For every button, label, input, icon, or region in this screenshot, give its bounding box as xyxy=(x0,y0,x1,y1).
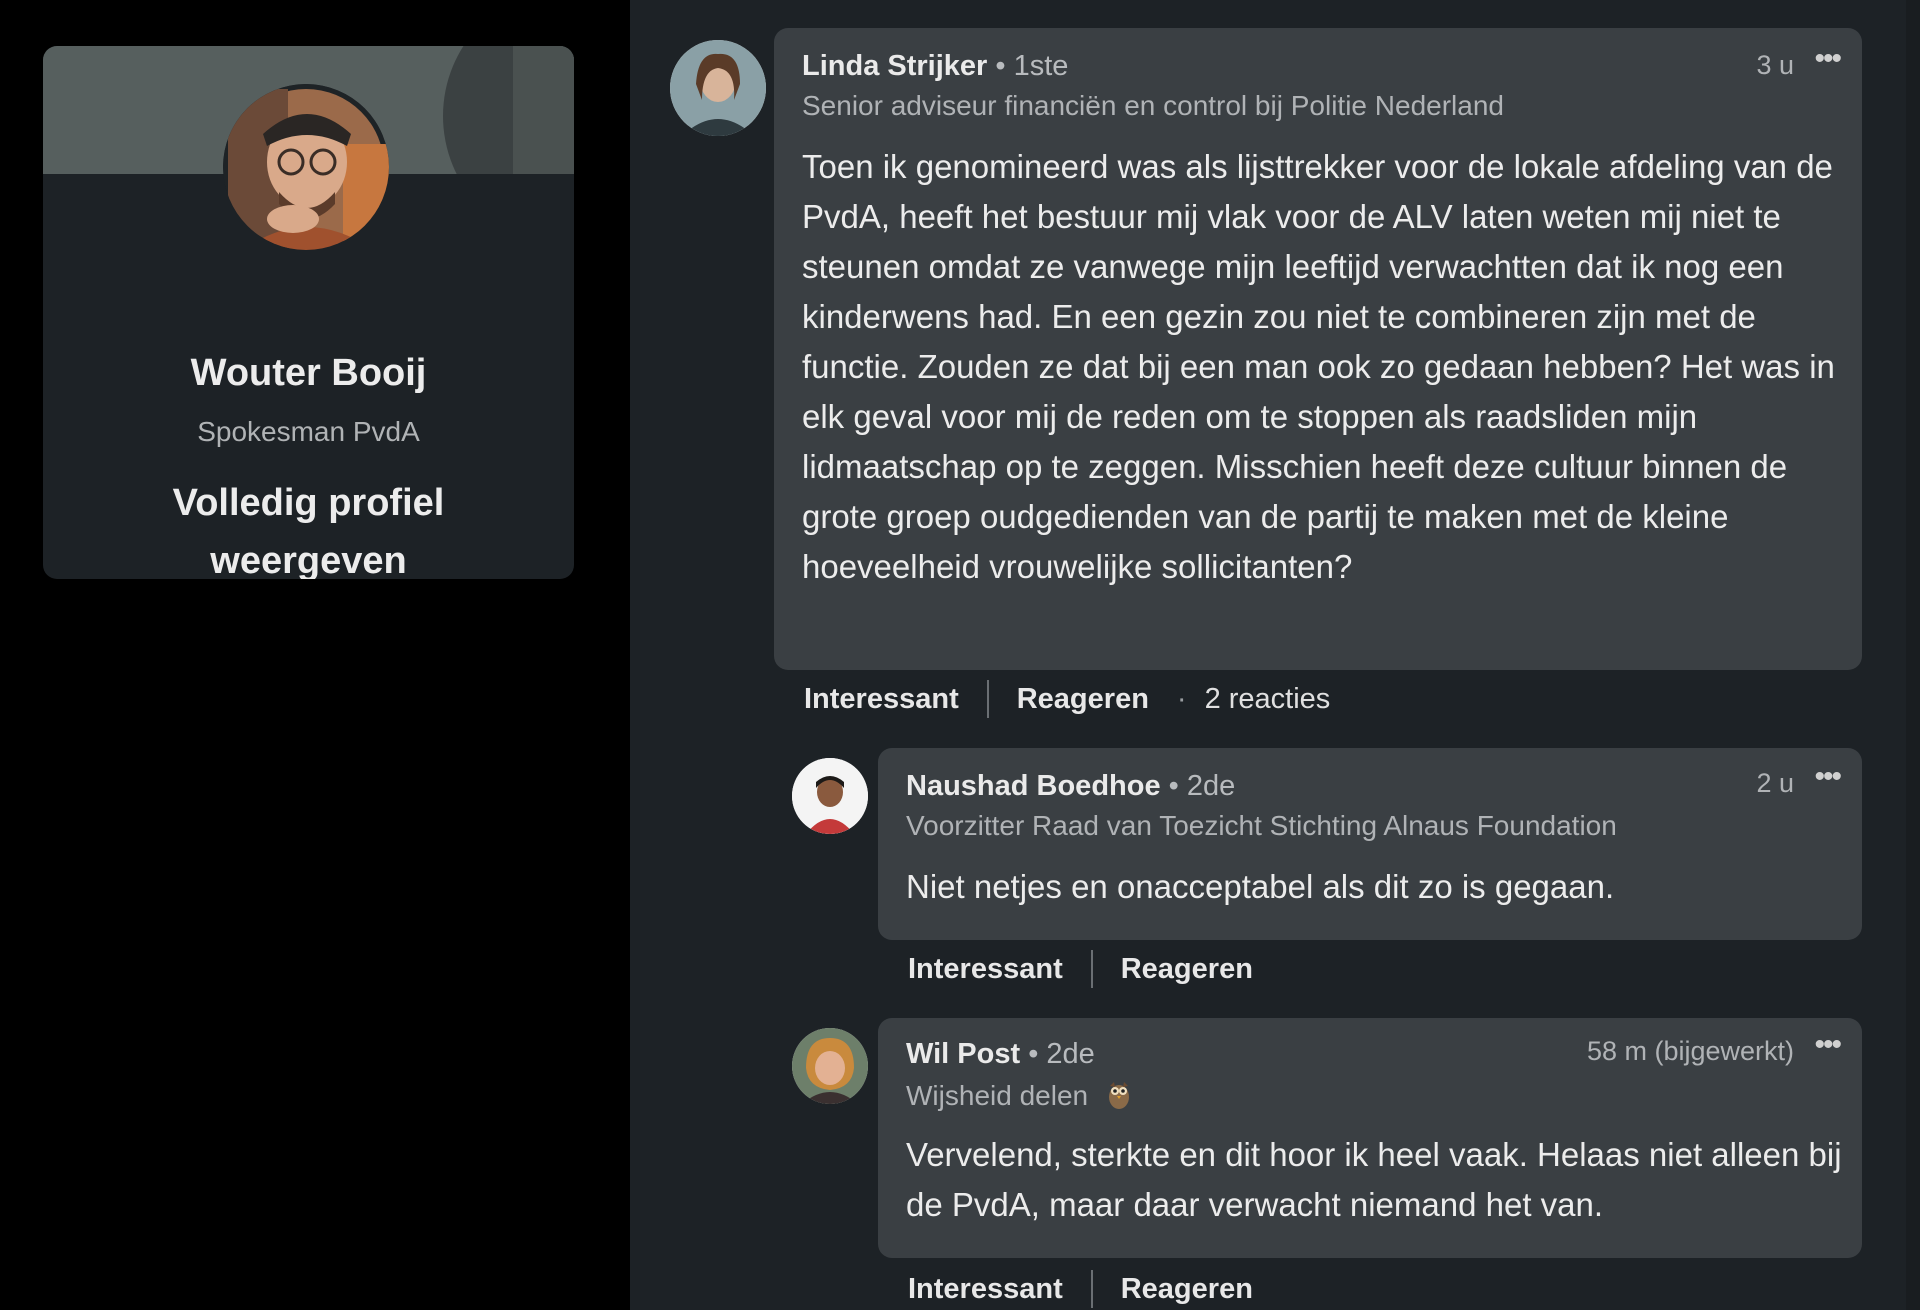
profile-name[interactable]: Wouter Booij xyxy=(43,352,574,395)
profile-avatar[interactable] xyxy=(223,84,389,250)
comment-author[interactable]: Naushad Boedhoe • 2de xyxy=(906,770,1235,803)
like-button[interactable]: Interessant xyxy=(804,683,959,716)
connection-degree: • 2de xyxy=(1168,770,1236,802)
comment-bubble: Linda Strijker • 1ste Senior adviseur fi… xyxy=(774,28,1862,670)
comment-author[interactable]: Wil Post • 2de xyxy=(906,1038,1095,1071)
author-name[interactable]: Naushad Boedhoe xyxy=(906,770,1161,802)
author-headline: Senior adviseur financiën en control bij… xyxy=(802,90,1504,121)
comment-time: 3 u xyxy=(1756,50,1794,80)
commenter-avatar[interactable] xyxy=(792,758,868,834)
like-button[interactable]: Interessant xyxy=(908,953,1063,986)
view-full-profile-link[interactable]: Volledig profiel weergeven xyxy=(83,474,534,579)
like-button[interactable]: Interessant xyxy=(908,1273,1063,1306)
more-options-icon[interactable]: ••• xyxy=(1814,760,1841,794)
comment-bubble: Naushad Boedhoe • 2de Voorzitter Raad va… xyxy=(878,748,1862,940)
owl-icon xyxy=(1106,1078,1132,1117)
more-options-icon[interactable]: ••• xyxy=(1814,42,1841,76)
reply-button[interactable]: Reageren xyxy=(1121,953,1253,986)
action-divider xyxy=(986,680,989,718)
author-headline-text: Wijsheid delen xyxy=(906,1079,1089,1111)
comment-text: Vervelend, sterkte en dit hoor ik heel v… xyxy=(906,1136,1842,1223)
comment-actions: Interessant Reageren xyxy=(908,950,1253,988)
comment-time: 2 u xyxy=(1756,768,1794,798)
more-options-icon[interactable]: ••• xyxy=(1814,1028,1841,1062)
author-name[interactable]: Wil Post xyxy=(906,1038,1020,1070)
comment-actions: Interessant Reageren · 2 reacties xyxy=(804,680,1330,718)
commenter-avatar[interactable] xyxy=(670,40,766,136)
reply-count[interactable]: 2 reacties xyxy=(1205,683,1331,716)
reply-button[interactable]: Reageren xyxy=(1121,1273,1253,1306)
reply-button[interactable]: Reageren xyxy=(1017,683,1149,716)
commenter-avatar[interactable] xyxy=(792,1028,868,1104)
profile-card: Wouter Booij Spokesman PvdA Volledig pro… xyxy=(43,46,574,579)
comment-bubble: Wil Post • 2de Wijsheid delen 58 m (bijg… xyxy=(878,1018,1862,1258)
comment-actions: Interessant Reageren xyxy=(908,1270,1253,1308)
author-headline: Wijsheid delen xyxy=(906,1078,1132,1117)
author-headline: Voorzitter Raad van Toezicht Stichting A… xyxy=(906,810,1617,841)
connection-degree: • 2de xyxy=(1028,1038,1095,1070)
comment-time: 58 m (bijgewerkt) xyxy=(1586,1036,1794,1066)
comment-author[interactable]: Linda Strijker • 1ste xyxy=(802,50,1068,83)
separator-dot: · xyxy=(1176,682,1187,715)
scrollbar[interactable] xyxy=(1906,0,1920,1310)
comment-text: Toen ik genomineerd was als lijsttrekker… xyxy=(802,148,1835,585)
action-divider xyxy=(1090,950,1093,988)
comment-text: Niet netjes en onacceptabel als dit zo i… xyxy=(906,868,1615,905)
profile-headline: Spokesman PvdA xyxy=(197,416,420,447)
action-divider xyxy=(1090,1270,1093,1308)
connection-degree: • 1ste xyxy=(995,50,1069,82)
comments-feed: Linda Strijker • 1ste Senior adviseur fi… xyxy=(630,0,1920,1310)
author-name[interactable]: Linda Strijker xyxy=(802,50,987,82)
